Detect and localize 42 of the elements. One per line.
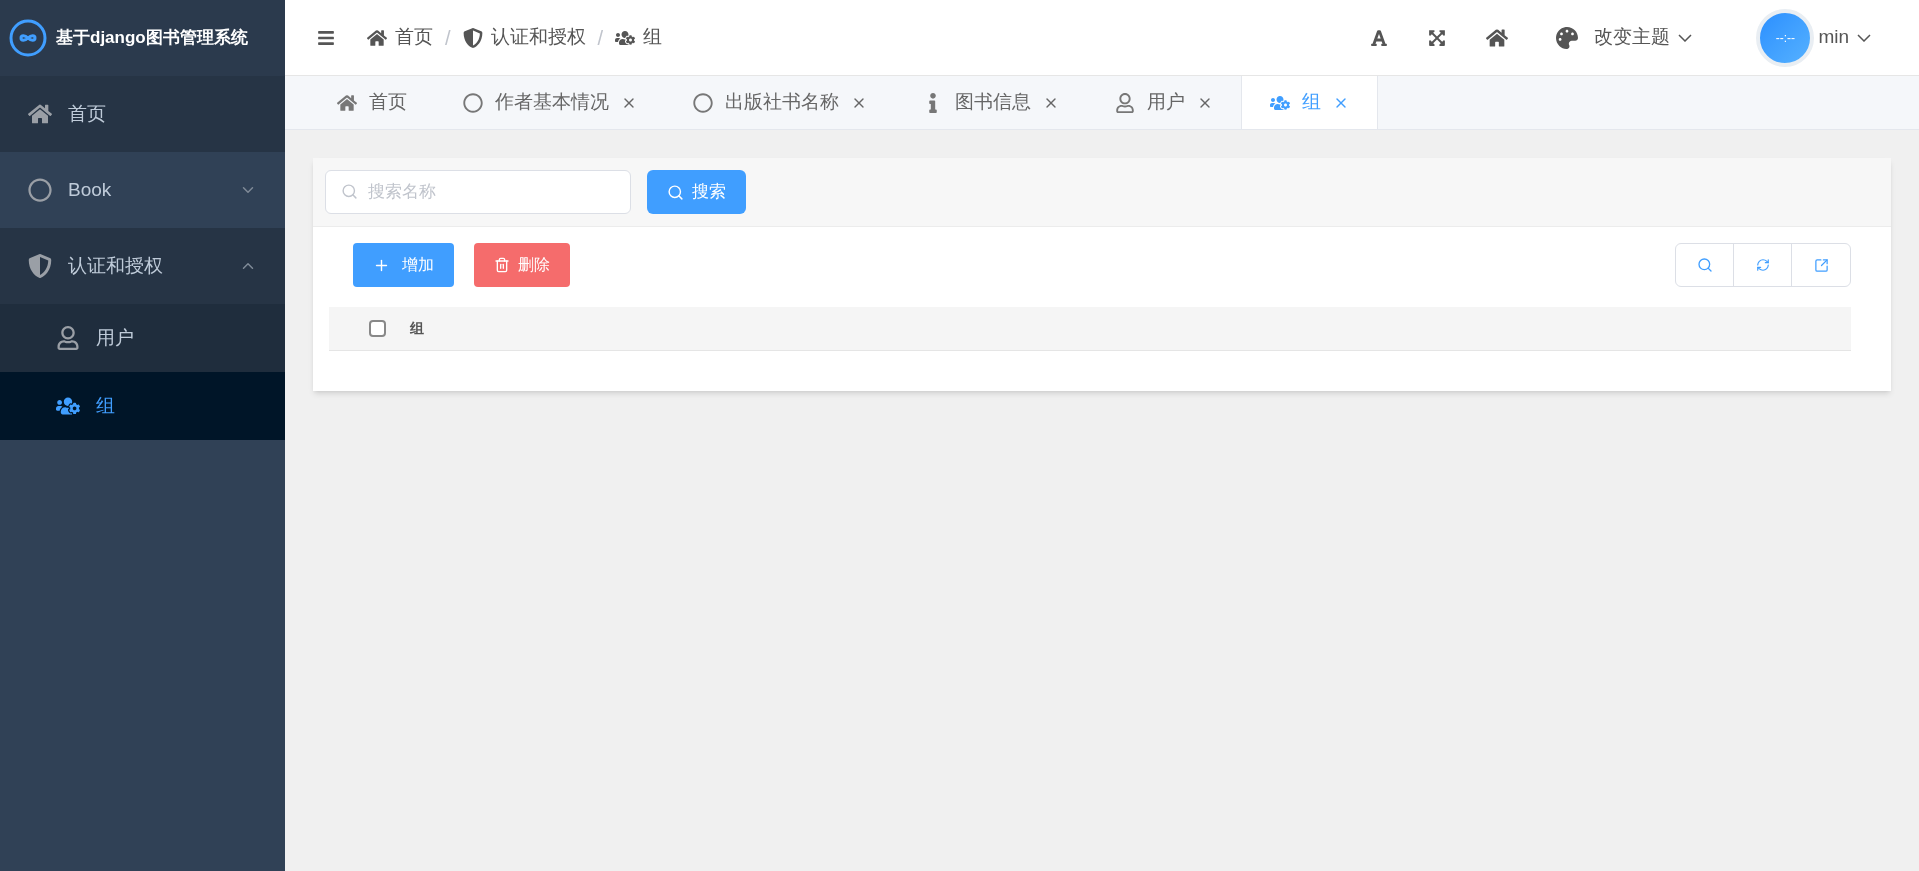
chevron-down-icon: [1857, 33, 1871, 42]
breadcrumb-item[interactable]: 首页: [395, 23, 433, 52]
home-icon: [367, 27, 387, 48]
menu-icon[interactable]: [317, 28, 335, 47]
trash-icon: [494, 257, 510, 273]
chevron-down-icon: [1678, 33, 1693, 42]
select-all-checkbox[interactable]: [369, 320, 386, 337]
export-icon: [1813, 257, 1829, 273]
sidebar-subitem[interactable]: 组: [0, 372, 285, 440]
shield-icon: [28, 254, 52, 278]
breadcrumb-separator: /: [445, 25, 451, 51]
sidebar-subitem[interactable]: 用户: [0, 304, 285, 372]
theme-dropdown[interactable]: 改变主题: [1594, 23, 1693, 52]
home-icon[interactable]: [1486, 26, 1509, 49]
infinity-logo-icon: [8, 18, 48, 58]
refresh-icon: [1755, 258, 1770, 272]
home-icon: [337, 92, 357, 113]
app-title: 基于django图书管理系统: [56, 27, 248, 50]
tab[interactable]: 图书信息: [895, 76, 1087, 129]
column-header: 组: [410, 319, 424, 338]
user-icon: [1115, 92, 1135, 113]
search-icon: [341, 183, 358, 200]
user-icon: [56, 326, 80, 350]
font-size-icon[interactable]: [1370, 28, 1389, 47]
home-icon: [28, 102, 52, 126]
tab[interactable]: 作者基本情况: [435, 76, 665, 129]
tab[interactable]: 用户: [1087, 76, 1241, 129]
tab[interactable]: 出版社书名称: [665, 76, 895, 129]
palette-icon: [1556, 26, 1579, 49]
search-icon: [667, 183, 684, 201]
fullscreen-icon[interactable]: [1428, 28, 1447, 47]
search-field[interactable]: 搜索名称: [325, 170, 631, 214]
search-icon: [1696, 257, 1713, 273]
sidebar-item[interactable]: 首页: [0, 76, 285, 152]
breadcrumb-item: 组: [643, 25, 663, 50]
tab[interactable]: 首页: [309, 76, 435, 129]
shield-icon: [462, 27, 483, 48]
breadcrumb-item[interactable]: 认证和授权: [490, 23, 586, 52]
user-dropdown[interactable]: min: [1818, 23, 1871, 52]
sidebar-item[interactable]: 认证和授权: [0, 228, 285, 304]
breadcrumb-separator: /: [597, 25, 604, 51]
delete-button[interactable]: 删除: [474, 243, 570, 287]
